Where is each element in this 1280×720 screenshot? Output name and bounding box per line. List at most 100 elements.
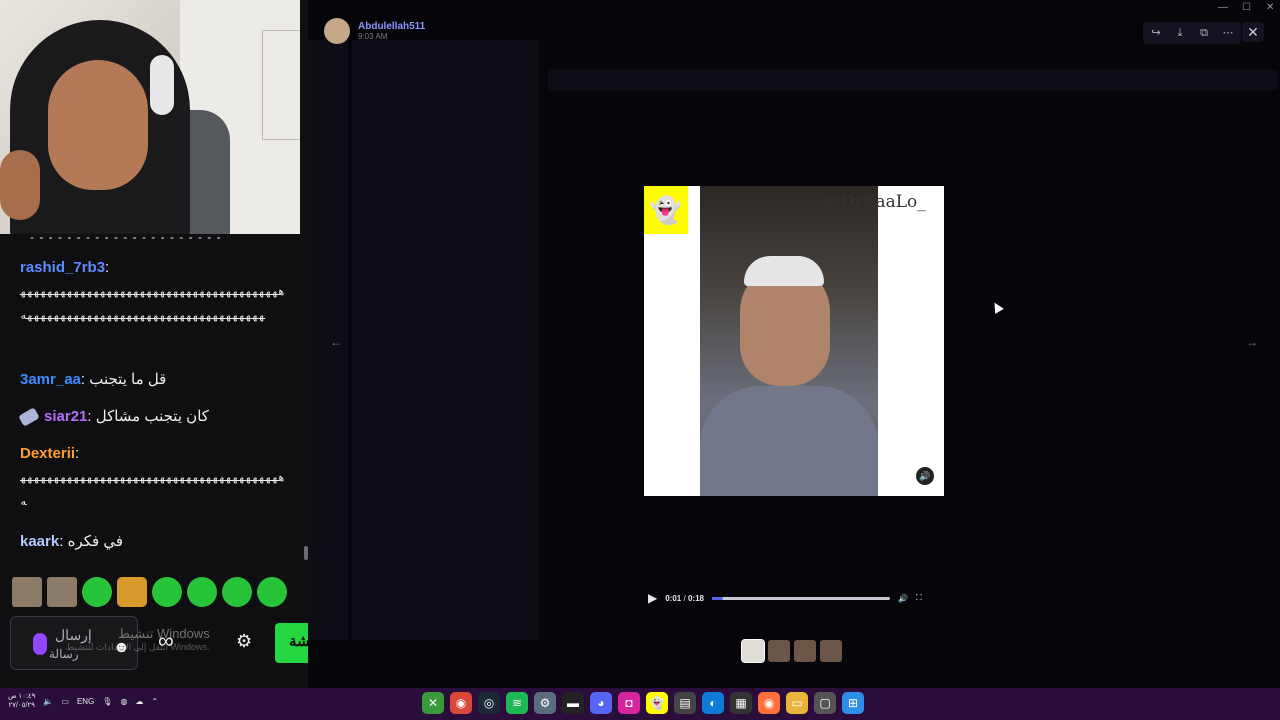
mouse-cursor xyxy=(990,300,1004,314)
download-icon[interactable]: ⤓ xyxy=(1169,24,1191,42)
firefox-icon[interactable]: ◉ xyxy=(758,692,780,714)
mic-tray-icon[interactable]: 🎙 xyxy=(102,697,112,706)
language-indicator[interactable]: ENG xyxy=(77,697,94,706)
chat-text: كان يتجنب مشاكل xyxy=(95,408,209,425)
xbox-icon[interactable]: ✕ xyxy=(422,692,444,714)
cloud-icon[interactable]: ☁ xyxy=(135,697,143,706)
green-blob-emote[interactable] xyxy=(187,577,217,607)
seek-bar[interactable] xyxy=(711,596,890,600)
uploader-name[interactable]: Abdulellah511 xyxy=(358,21,425,32)
video-time-separator: / xyxy=(683,593,686,603)
green-blob-emote[interactable] xyxy=(152,577,182,607)
calendar-icon[interactable]: ▦ xyxy=(730,692,752,714)
play-icon[interactable]: ▶ xyxy=(648,591,657,605)
chat-message: siar21: كان يتجنب مشاكل xyxy=(18,405,290,429)
gear-icon[interactable]: ⚙ xyxy=(236,631,252,652)
thumbnail[interactable] xyxy=(794,640,816,662)
video-player[interactable]: 👻 @DrKaaLo_ 🔊 xyxy=(644,186,944,496)
media-viewer: Abdulellah511 9:03 AM ↪ ⤓ ⧉ ⋯ ✕ — ☐ ✕ ← … xyxy=(308,0,1280,688)
box-emote[interactable] xyxy=(117,577,147,607)
thumbnail-strip xyxy=(741,639,842,663)
forward-icon[interactable]: ↪ xyxy=(1145,24,1167,42)
taskbar: ١٠:٤٩ ص ٢٧/٠٥/٢٩ 🔈 ▭ ENG 🎙 ◍ ☁ ⌃ ✕ ◉ ◎ ≋… xyxy=(0,688,1280,720)
clock-time: ١٠:٤٩ ص xyxy=(8,693,36,700)
viewer-toolbar: ↪ ⤓ ⧉ ⋯ xyxy=(1143,22,1241,44)
volume-badge-icon[interactable]: 🔊 xyxy=(916,467,934,485)
uploader-info: Abdulellah511 9:03 AM xyxy=(324,18,425,44)
chat-username[interactable]: kaark xyxy=(20,533,59,550)
more-icon[interactable]: ⋯ xyxy=(1217,24,1239,42)
spotify-icon[interactable]: ≋ xyxy=(506,692,528,714)
webcam-face xyxy=(48,60,148,190)
activation-watermark-sub: انتقل إلى الإعدادات لتنشيط Windows. xyxy=(66,642,210,652)
chat-username[interactable]: siar21 xyxy=(44,408,87,425)
webcam-feed xyxy=(0,0,300,234)
chat-message: kaark: في فكره xyxy=(20,533,123,550)
chat-text: هههههههههههههههههههههههههههههههههههههههه… xyxy=(20,471,285,508)
instagram-icon[interactable]: ◘ xyxy=(618,692,640,714)
speaker-icon[interactable]: 🔈 xyxy=(43,697,53,706)
emote-bar xyxy=(12,577,287,607)
minimize-icon[interactable]: — xyxy=(1218,2,1228,13)
webcam-frame xyxy=(262,30,300,140)
clock[interactable]: ١٠:٤٩ ص ٢٧/٠٥/٢٩ xyxy=(8,692,35,710)
chat-text: قل ما يتجنب xyxy=(89,371,167,388)
stream-panel: - - - - - - - - - - - - - - - - - - - - … xyxy=(0,0,310,688)
steam-icon[interactable]: ◎ xyxy=(478,692,500,714)
chrome-icon[interactable]: ◉ xyxy=(450,692,472,714)
chat-panel: - - - - - - - - - - - - - - - - - - - - … xyxy=(0,230,300,564)
bits-icon[interactable]: ∞ xyxy=(158,628,174,654)
green-blob-emote[interactable] xyxy=(222,577,252,607)
snapchat-icon: 👻 xyxy=(644,186,688,234)
avatar[interactable] xyxy=(324,18,350,44)
clock-date: ٢٧/٠٥/٢٩ xyxy=(8,702,35,709)
green-blob-emote[interactable] xyxy=(82,577,112,607)
chat-text: في فكره xyxy=(67,533,123,550)
chat-message: rashid_7rb3: ههههههههههههههههههههههههههه… xyxy=(20,256,290,328)
previous-arrow-icon[interactable]: ← xyxy=(324,330,348,354)
volume-icon[interactable]: 🔊 xyxy=(898,594,908,603)
network-icon[interactable]: ▭ xyxy=(61,697,69,706)
overlay-handle: @DrKaaLo_ xyxy=(824,192,926,212)
photo-emote[interactable] xyxy=(12,577,42,607)
green-blob-emote[interactable] xyxy=(257,577,287,607)
chat-username[interactable]: Dexterii xyxy=(20,445,75,462)
close-icon[interactable]: ✕ xyxy=(1242,22,1264,42)
window-icon[interactable]: ▢ xyxy=(814,692,836,714)
open-icon[interactable]: ⧉ xyxy=(1193,24,1215,42)
background-channel-list xyxy=(352,40,538,640)
chat-message: 3amr_aa: قل ما يتجنب xyxy=(20,371,167,388)
snapchat-taskbar-icon[interactable]: 👻 xyxy=(646,692,668,714)
chat-username[interactable]: rashid_7rb3 xyxy=(20,259,105,276)
taskbar-apps: ✕ ◉ ◎ ≋ ⚙ ▬ ◕ ◘ 👻 ▤ ◐ ▦ ◉ ▭ ▢ ⊞ xyxy=(422,692,864,714)
thumbnail[interactable] xyxy=(768,640,790,662)
settings-icon[interactable]: ⚙ xyxy=(534,692,556,714)
video-frame xyxy=(700,186,878,496)
maximize-icon[interactable]: ☐ xyxy=(1242,2,1251,13)
window-close-icon[interactable]: ✕ xyxy=(1266,2,1274,13)
chevron-up-icon[interactable]: ⌃ xyxy=(151,697,158,706)
photo-emote[interactable] xyxy=(47,577,77,607)
next-arrow-icon[interactable]: → xyxy=(1240,330,1264,354)
folder-icon[interactable]: ▭ xyxy=(786,692,808,714)
screen: - - - - - - - - - - - - - - - - - - - - … xyxy=(0,0,1280,720)
background-banner xyxy=(548,70,1278,90)
discord-icon[interactable]: ◕ xyxy=(590,692,612,714)
edge-icon[interactable]: ◐ xyxy=(702,692,724,714)
webcam-hand xyxy=(0,150,40,220)
video-duration: 0:18 xyxy=(687,593,704,603)
thumbnail[interactable] xyxy=(820,640,842,662)
tray-app-icon[interactable]: ◍ xyxy=(120,697,127,706)
windows-start-icon[interactable]: ⊞ xyxy=(842,692,864,714)
video-controls: ▶ 0:01 / 0:18 🔊 ⛶ xyxy=(648,590,938,606)
thumbnail[interactable] xyxy=(741,639,765,663)
chat-button[interactable]: شة xyxy=(275,623,310,663)
chat-username[interactable]: 3amr_aa xyxy=(20,371,81,388)
mic-icon[interactable] xyxy=(33,633,47,655)
upload-time: 9:03 AM xyxy=(358,32,388,41)
files-app-icon[interactable]: ▤ xyxy=(674,692,696,714)
video-time: 0:01 / 0:18 xyxy=(665,594,704,603)
chat-message: Dexterii: هههههههههههههههههههههههههههههه… xyxy=(20,442,290,514)
terminal-icon[interactable]: ▬ xyxy=(562,692,584,714)
fullscreen-icon[interactable]: ⛶ xyxy=(916,593,922,603)
